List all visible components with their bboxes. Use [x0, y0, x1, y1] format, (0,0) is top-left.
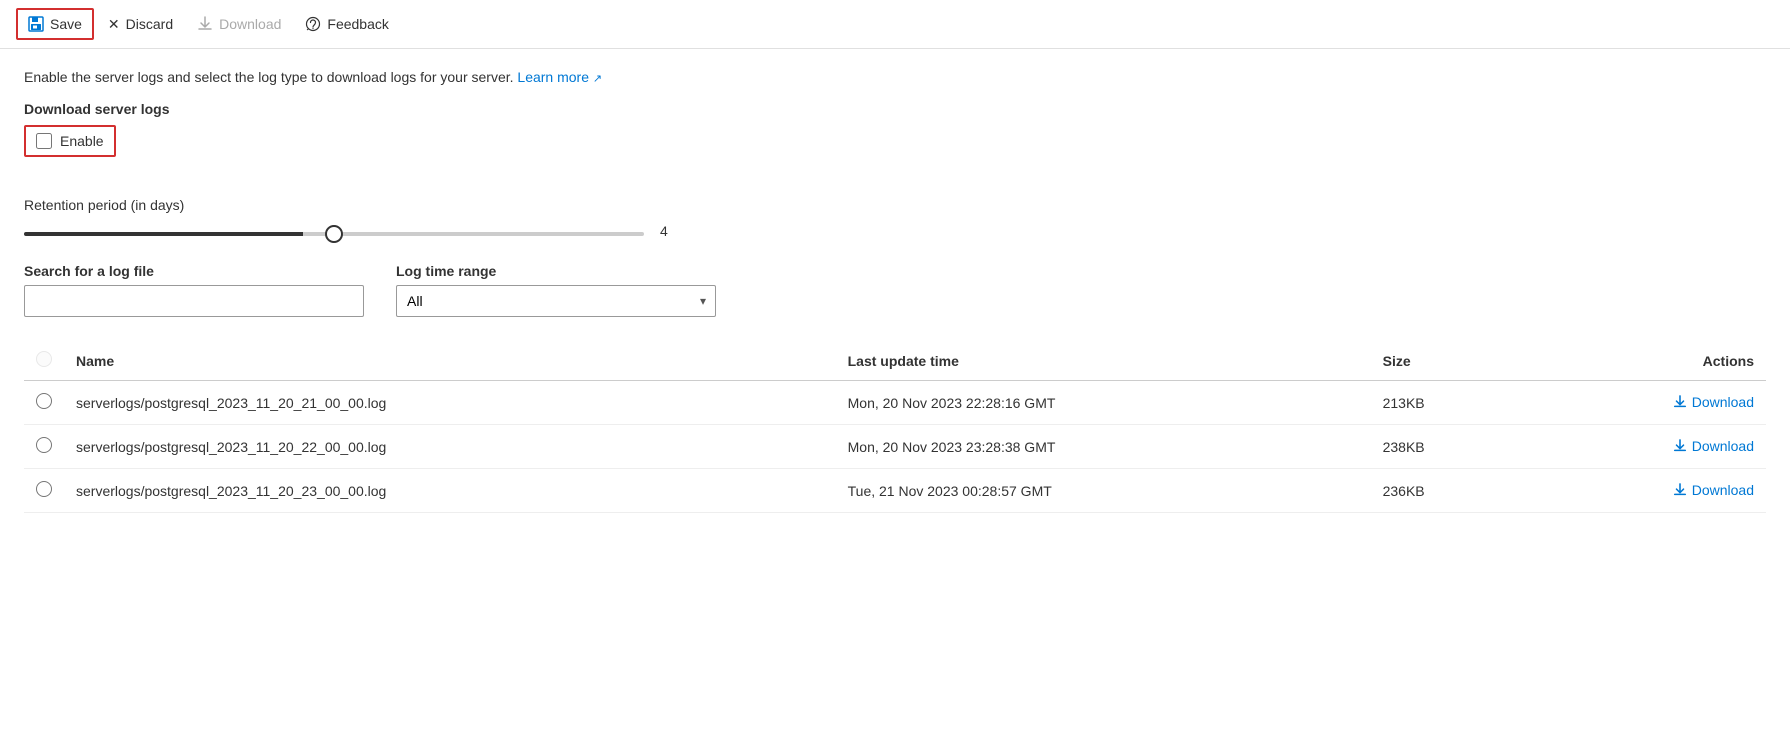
download-icon-0 — [1673, 395, 1687, 409]
external-link-icon: ↗ — [593, 73, 602, 85]
table-cell-name-0: serverlogs/postgresql_2023_11_20_21_00_0… — [64, 381, 836, 425]
download-icon-2 — [1673, 483, 1687, 497]
table-header-last-update: Last update time — [836, 341, 1371, 381]
enable-checkbox[interactable] — [36, 133, 52, 149]
table-cell-size-1: 238KB — [1371, 425, 1523, 469]
table-header: Name Last update time Size Actions — [24, 341, 1766, 381]
table-cell-size-0: 213KB — [1371, 381, 1523, 425]
search-input[interactable] — [24, 285, 364, 317]
download-toolbar-label: Download — [219, 16, 281, 32]
download-button-2[interactable]: Download — [1673, 482, 1754, 498]
download-button-1[interactable]: Download — [1673, 438, 1754, 454]
slider-container — [24, 223, 644, 239]
feedback-label: Feedback — [327, 16, 388, 32]
table-cell-name-2: serverlogs/postgresql_2023_11_20_23_00_0… — [64, 469, 836, 513]
toolbar: Save ✕ Discard Download Feedback — [0, 0, 1790, 49]
info-description: Enable the server logs and select the lo… — [24, 69, 1766, 85]
table-cell-action-0: Download — [1523, 381, 1766, 425]
retention-slider[interactable] — [24, 232, 644, 236]
save-icon — [28, 16, 44, 32]
table-cell-action-1: Download — [1523, 425, 1766, 469]
download-icon-1 — [1673, 439, 1687, 453]
table-row: serverlogs/postgresql_2023_11_20_21_00_0… — [24, 381, 1766, 425]
table-cell-action-2: Download — [1523, 469, 1766, 513]
download-toolbar-button[interactable]: Download — [187, 10, 291, 38]
discard-icon: ✕ — [108, 17, 120, 31]
table-row-radio-2[interactable] — [36, 481, 52, 497]
section-download-label: Download server logs — [24, 101, 1766, 117]
retention-value: 4 — [660, 223, 680, 239]
table-cell-name-1: serverlogs/postgresql_2023_11_20_22_00_0… — [64, 425, 836, 469]
enable-container: Enable — [24, 125, 1766, 177]
table-cell-update-1: Mon, 20 Nov 2023 23:28:38 GMT — [836, 425, 1371, 469]
discard-button[interactable]: ✕ Discard — [98, 10, 183, 38]
table-row-radio-1[interactable] — [36, 437, 52, 453]
discard-label: Discard — [126, 16, 173, 32]
main-content: Enable the server logs and select the lo… — [0, 49, 1790, 533]
enable-label: Enable — [60, 133, 104, 149]
download-button-0[interactable]: Download — [1673, 394, 1754, 410]
log-time-range-label: Log time range — [396, 263, 716, 279]
table-header-select — [24, 341, 64, 381]
table-row: serverlogs/postgresql_2023_11_20_22_00_0… — [24, 425, 1766, 469]
retention-label: Retention period (in days) — [24, 197, 1766, 213]
log-table: Name Last update time Size Actions serve… — [24, 341, 1766, 513]
table-row: serverlogs/postgresql_2023_11_20_23_00_0… — [24, 469, 1766, 513]
table-cell-radio-0 — [24, 381, 64, 425]
table-body: serverlogs/postgresql_2023_11_20_21_00_0… — [24, 381, 1766, 513]
learn-more-link[interactable]: Learn more ↗ — [517, 69, 602, 85]
log-time-range-wrapper: All Last 1 hour Last 6 hours Last 12 hou… — [396, 285, 716, 317]
save-label: Save — [50, 16, 82, 32]
search-filter-row: Search for a log file Log time range All… — [24, 263, 1766, 317]
search-label: Search for a log file — [24, 263, 364, 279]
table-cell-size-2: 236KB — [1371, 469, 1523, 513]
table-cell-update-0: Mon, 20 Nov 2023 22:28:16 GMT — [836, 381, 1371, 425]
table-cell-radio-2 — [24, 469, 64, 513]
save-button[interactable]: Save — [16, 8, 94, 40]
log-time-range-group: Log time range All Last 1 hour Last 6 ho… — [396, 263, 716, 317]
table-header-radio[interactable] — [36, 351, 52, 367]
feedback-icon — [305, 16, 321, 32]
table-cell-update-2: Tue, 21 Nov 2023 00:28:57 GMT — [836, 469, 1371, 513]
table-header-actions: Actions — [1523, 341, 1766, 381]
download-toolbar-icon — [197, 16, 213, 32]
table-header-name: Name — [64, 341, 836, 381]
table-cell-radio-1 — [24, 425, 64, 469]
search-field-group: Search for a log file — [24, 263, 364, 317]
log-time-range-select[interactable]: All Last 1 hour Last 6 hours Last 12 hou… — [396, 285, 716, 317]
table-header-size: Size — [1371, 341, 1523, 381]
table-row-radio-0[interactable] — [36, 393, 52, 409]
enable-row[interactable]: Enable — [24, 125, 116, 157]
feedback-button[interactable]: Feedback — [295, 10, 398, 38]
slider-row: 4 — [24, 223, 1766, 239]
retention-section: Retention period (in days) 4 — [24, 197, 1766, 239]
